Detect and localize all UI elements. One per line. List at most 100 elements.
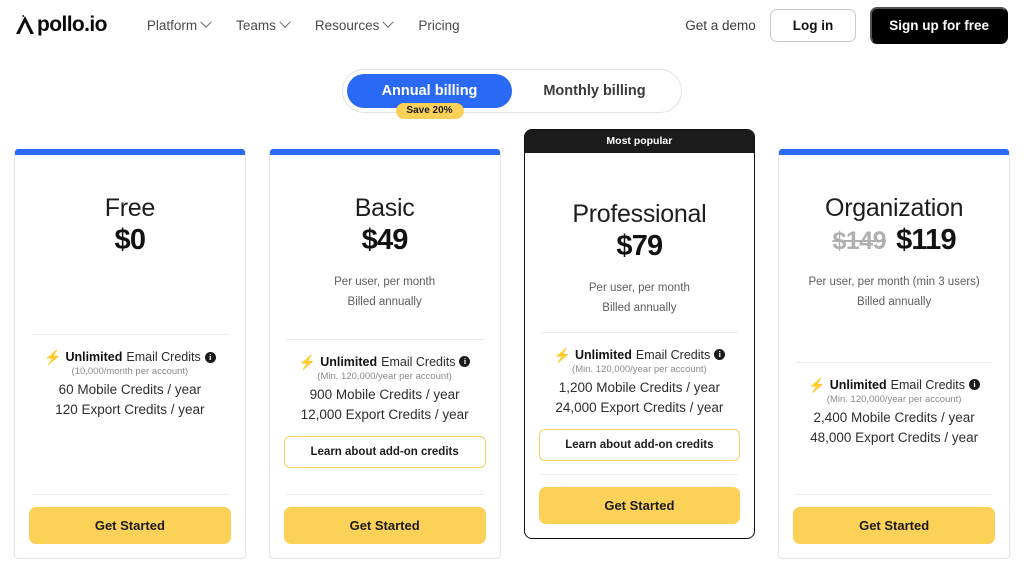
email-credits-row: ⚡ Unlimited Email Credits i: [539, 348, 741, 362]
export-credits-line: 24,000 Export Credits / year: [555, 399, 724, 415]
top-navigation-bar: pollo.io Platform Teams Resources Pricin…: [0, 0, 1024, 50]
annual-billing-option[interactable]: Annual billing Save 20%: [347, 74, 512, 119]
email-credits-emphasis: Unlimited: [829, 377, 887, 392]
plan-credits: ⚡ Unlimited Email Credits i (Min. 120,00…: [793, 363, 995, 445]
mobile-credits-line: 900 Mobile Credits / year: [309, 386, 460, 402]
flex-spacer: [539, 318, 741, 331]
flex-spacer: [284, 312, 486, 338]
cta-zone: Get Started: [283, 495, 486, 558]
get-started-button[interactable]: Get Started: [29, 507, 231, 544]
billed-text: Billed annually: [857, 295, 932, 308]
nav-item-teams-label: Teams: [236, 17, 276, 33]
plan-header: Basic $49 Per user, per month Billed ann…: [284, 155, 486, 312]
email-credits-label: Email Credits: [635, 347, 711, 362]
nav-item-resources[interactable]: Resources: [314, 16, 395, 33]
pricing-card-basic: Basic $49 Per user, per month Billed ann…: [268, 149, 501, 559]
plan-credits: ⚡ Unlimited Email Credits i (Min. 120,00…: [283, 340, 486, 468]
cta-zone: Get Started: [538, 475, 741, 538]
info-icon[interactable]: i: [459, 356, 471, 368]
info-icon[interactable]: i: [714, 349, 726, 361]
chevron-down-icon: [200, 16, 212, 28]
billed-text: Billed annually: [347, 295, 422, 308]
monthly-billing-label: Monthly billing: [543, 83, 646, 99]
email-credits-row: ⚡ Unlimited Email Credits i: [793, 378, 995, 392]
info-icon[interactable]: i: [968, 379, 980, 391]
plan-price-row: $79: [539, 230, 741, 263]
nav-item-pricing[interactable]: Pricing: [418, 18, 459, 33]
per-user-text: Per user, per month: [334, 276, 436, 288]
get-started-button[interactable]: Get Started: [793, 507, 995, 544]
plan-original-price: $149: [832, 227, 887, 255]
lightning-bolt-icon: ⚡: [808, 376, 826, 393]
flex-spacer: [29, 257, 231, 334]
mobile-credits-line: 60 Mobile Credits / year: [58, 382, 202, 397]
plan-credits: ⚡ Unlimited Email Credits i (10,000/mont…: [29, 335, 231, 417]
pricing-card-professional: Most popular Professional $79 Per user, …: [523, 129, 756, 539]
plan-price: $119: [896, 224, 957, 256]
plan-header: Free $0: [29, 155, 231, 257]
email-credits-label: Email Credits: [126, 350, 201, 364]
get-a-demo-link[interactable]: Get a demo: [685, 18, 756, 33]
plan-name: Professional: [572, 200, 707, 228]
email-credits-emphasis: Unlimited: [65, 350, 123, 364]
plan-header: Organization $149 $119 Per user, per mon…: [793, 155, 995, 312]
plan-price: $0: [114, 224, 146, 256]
plan-header: Professional $79 Per user, per month Bil…: [539, 153, 741, 318]
nav-item-teams[interactable]: Teams: [236, 16, 291, 33]
pricing-card-organization: Organization $149 $119 Per user, per mon…: [778, 149, 1010, 559]
mobile-credits-line: 2,400 Mobile Credits / year: [813, 409, 975, 425]
email-credits-label: Email Credits: [381, 354, 456, 369]
email-credits-note: (10,000/month per account): [71, 366, 189, 377]
email-credits-row: ⚡ Unlimited Email Credits i: [284, 355, 486, 369]
annual-billing-label: Annual billing: [381, 83, 478, 99]
plan-price: $49: [361, 224, 409, 256]
monthly-billing-option[interactable]: Monthly billing: [512, 74, 677, 108]
flex-spacer: [793, 312, 995, 361]
lightning-bolt-icon: ⚡: [298, 353, 317, 370]
email-credits-emphasis: Unlimited: [320, 354, 378, 369]
billing-toggle: Annual billing Save 20% Monthly billing: [342, 69, 682, 119]
nav-actions: Get a demo Log in Sign up for free: [685, 6, 1008, 44]
nav-item-platform[interactable]: Platform: [147, 16, 212, 33]
learn-about-addon-credits-button[interactable]: Learn about add-on credits: [283, 435, 486, 468]
flex-spacer: [539, 461, 741, 474]
plan-subtext: Per user, per month Billed annually: [539, 279, 741, 318]
plan-price-row: $149 $119: [793, 224, 995, 257]
plan-price-row: $49: [284, 224, 486, 257]
apollo-logo[interactable]: pollo.io: [14, 13, 107, 37]
sign-up-button[interactable]: Sign up for free: [870, 6, 1008, 44]
pricing-cards: Free $0 ⚡ Unlimited Email Credits i (10,…: [0, 129, 1024, 559]
pricing-card-free: Free $0 ⚡ Unlimited Email Credits i (10,…: [14, 149, 246, 559]
chevron-down-icon: [279, 16, 291, 28]
plan-name: Basic: [354, 194, 415, 222]
per-user-text: Per user, per month (min 3 users): [808, 276, 980, 288]
email-credits-note: (Min. 120,000/year per account): [572, 363, 707, 375]
billing-toggle-section: Annual billing Save 20% Monthly billing: [0, 69, 1024, 119]
log-in-button[interactable]: Log in: [769, 8, 857, 42]
flex-spacer: [793, 445, 995, 494]
most-popular-ribbon: Most popular: [524, 130, 755, 153]
lightning-bolt-icon: ⚡: [44, 349, 62, 365]
email-credits-row: ⚡ Unlimited Email Credits i: [29, 350, 231, 364]
get-started-button[interactable]: Get Started: [283, 507, 486, 544]
apollo-logo-icon: [14, 14, 37, 36]
chevron-down-icon: [382, 16, 395, 28]
get-started-button[interactable]: Get Started: [538, 487, 741, 524]
plan-name: Organization: [825, 194, 964, 222]
export-credits-line: 12,000 Export Credits / year: [300, 406, 469, 422]
info-icon[interactable]: i: [204, 351, 216, 363]
lightning-bolt-icon: ⚡: [553, 346, 571, 363]
plan-subtext: Per user, per month (min 3 users) Billed…: [793, 273, 995, 312]
mobile-credits-line: 1,200 Mobile Credits / year: [558, 379, 721, 395]
cta-zone: Get Started: [793, 495, 995, 558]
email-credits-emphasis: Unlimited: [574, 347, 632, 362]
primary-nav-links: Platform Teams Resources Pricing: [147, 16, 460, 33]
export-credits-line: 48,000 Export Credits / year: [810, 429, 979, 445]
nav-item-pricing-label: Pricing: [418, 17, 460, 33]
plan-credits: ⚡ Unlimited Email Credits i (Min. 120,00…: [538, 333, 741, 461]
nav-item-resources-label: Resources: [314, 17, 380, 33]
flex-spacer: [29, 417, 231, 494]
learn-about-addon-credits-button[interactable]: Learn about add-on credits: [538, 428, 741, 461]
email-credits-note: (Min. 120,000/year per account): [317, 370, 452, 382]
export-credits-line: 120 Export Credits / year: [55, 402, 205, 417]
